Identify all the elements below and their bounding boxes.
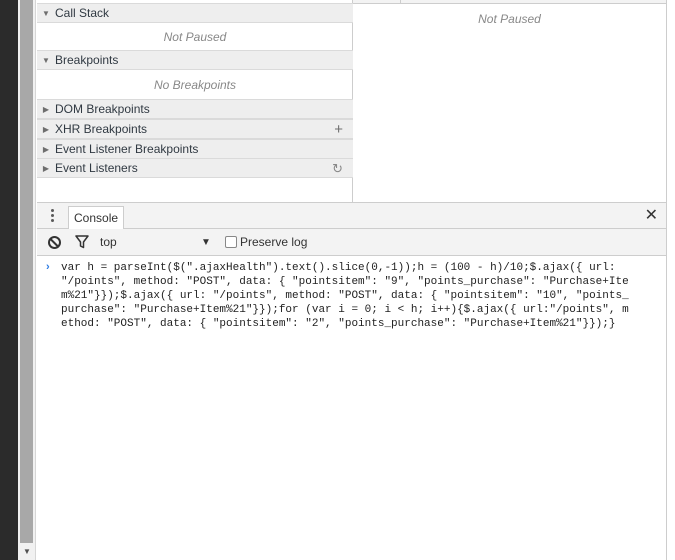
xhr-breakpoints-header[interactable]: ▶ XHR Breakpoints + — [37, 119, 353, 139]
event-listener-breakpoints-label: Event Listener Breakpoints — [55, 142, 199, 156]
chevron-down-icon: ▼ — [201, 237, 211, 248]
scroll-down-arrow-icon[interactable]: ▼ — [18, 543, 36, 560]
refresh-icon[interactable]: ↻ — [332, 160, 343, 178]
console-input[interactable]: var h = parseInt($(".ajaxHealth").text()… — [61, 261, 631, 331]
left-dark-strip — [0, 0, 18, 560]
expand-arrow-icon: ▼ — [42, 55, 50, 65]
console-toolbar: top ▼ Preserve log — [37, 229, 666, 256]
console-prompt-icon: › — [46, 261, 50, 273]
dom-breakpoints-label: DOM Breakpoints — [55, 102, 150, 116]
event-listeners-header[interactable]: ▶ Event Listeners ↻ — [37, 158, 353, 178]
clear-console-icon[interactable] — [48, 236, 61, 249]
debugger-sidebar: ▼ Call Stack Not Paused ▼ Breakpoints No… — [37, 0, 353, 202]
drawer-menu-icon[interactable] — [51, 209, 55, 223]
scope-tabbar — [353, 0, 666, 4]
collapse-arrow-icon: ▶ — [42, 124, 50, 134]
collapse-arrow-icon: ▶ — [42, 144, 50, 154]
execution-context-select[interactable]: top ▼ — [100, 234, 212, 251]
expand-arrow-icon: ▼ — [42, 8, 50, 18]
breakpoints-label: Breakpoints — [55, 53, 119, 67]
call-stack-label: Call Stack — [55, 6, 110, 20]
preserve-log-checkbox[interactable] — [225, 236, 237, 248]
scope-placeholder: Not Paused — [478, 12, 541, 26]
drawer-tabbar: Console ✕ — [37, 202, 666, 229]
tab-divider — [400, 0, 401, 4]
breakpoints-placeholder: No Breakpoints — [153, 78, 237, 92]
right-edge-panel — [666, 0, 675, 560]
context-value: top — [100, 235, 117, 249]
collapse-arrow-icon: ▶ — [42, 104, 50, 114]
add-xhr-breakpoint-icon[interactable]: + — [334, 121, 343, 139]
scope-panel: Not Paused — [353, 0, 666, 202]
call-stack-header[interactable]: ▼ Call Stack — [37, 3, 353, 23]
scrollbar-thumb[interactable] — [20, 0, 33, 543]
event-listeners-label: Event Listeners — [55, 161, 138, 175]
xhr-breakpoints-label: XHR Breakpoints — [55, 122, 148, 136]
breakpoints-header[interactable]: ▼ Breakpoints — [37, 50, 353, 70]
dom-breakpoints-header[interactable]: ▶ DOM Breakpoints — [37, 99, 353, 119]
collapse-arrow-icon: ▶ — [42, 163, 50, 173]
call-stack-placeholder: Not Paused — [163, 30, 227, 44]
tab-console[interactable]: Console — [68, 206, 125, 229]
filter-icon[interactable] — [75, 235, 89, 249]
console-output[interactable]: › var h = parseInt($(".ajaxHealth").text… — [37, 256, 666, 560]
event-listener-breakpoints-header[interactable]: ▶ Event Listener Breakpoints — [37, 139, 353, 159]
close-drawer-icon[interactable]: ✕ — [645, 206, 658, 226]
preserve-log-label[interactable]: Preserve log — [240, 234, 307, 251]
